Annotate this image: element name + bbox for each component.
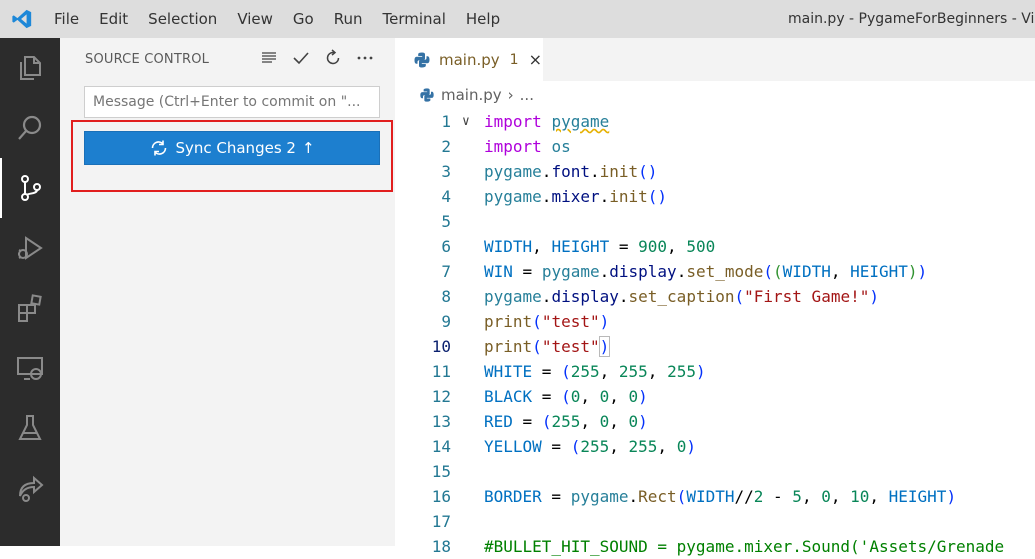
python-file-icon [414, 52, 430, 67]
menu-bar: File Edit Selection View Go Run Terminal… [44, 0, 510, 38]
menu-go[interactable]: Go [283, 0, 324, 38]
more-actions-icon[interactable] [355, 48, 375, 68]
sync-changes-button[interactable]: Sync Changes 2 ↑ [84, 131, 380, 165]
line-number: 10 [431, 337, 451, 356]
line-text: pygame.display.set_caption("First Game!"… [484, 287, 879, 306]
line-number: 8 [441, 287, 451, 306]
code-line: 6 WIDTH, HEIGHT = 900, 500 [395, 234, 1035, 259]
line-number: 15 [431, 462, 451, 481]
activity-bar [0, 38, 60, 546]
code-line-current: 10 print("test") [395, 334, 1035, 359]
tab-main-py[interactable]: main.py 1 × [395, 38, 543, 81]
search-icon[interactable] [0, 98, 60, 158]
python-file-icon [420, 88, 434, 102]
tab-label: main.py [439, 50, 500, 69]
breadcrumb: main.py › ... [419, 84, 534, 106]
code-line: 14 YELLOW = (255, 255, 0) [395, 434, 1035, 459]
line-text: import os [484, 137, 571, 156]
code-line: 3 pygame.font.init() [395, 159, 1035, 184]
line-number: 12 [431, 387, 451, 406]
line-number: 18 [431, 537, 451, 556]
line-number: 1 [441, 112, 451, 131]
line-text: pygame.font.init() [484, 162, 658, 181]
line-number: 14 [431, 437, 451, 456]
close-icon[interactable]: × [529, 50, 542, 69]
code-line: 5 [395, 209, 1035, 234]
line-text: print("test") [484, 312, 610, 331]
commit-message-input[interactable] [84, 86, 380, 118]
code-line: 2 import os [395, 134, 1035, 159]
line-number: 2 [441, 137, 451, 156]
menu-run[interactable]: Run [324, 0, 373, 38]
breadcrumb-separator: › [507, 86, 514, 104]
line-text: #BULLET_HIT_SOUND = pygame.mixer.Sound('… [484, 537, 1005, 556]
source-control-panel: SOURCE CONTROL Sync Changes 2 ↑ [60, 38, 395, 546]
menu-view[interactable]: View [227, 0, 283, 38]
line-number: 3 [441, 162, 451, 181]
line-text: YELLOW = (255, 255, 0) [484, 437, 696, 456]
menu-file[interactable]: File [44, 0, 89, 38]
line-number: 6 [441, 237, 451, 256]
source-control-icon[interactable] [0, 158, 60, 218]
fold-chevron-icon[interactable]: ∨ [462, 109, 470, 134]
code-line: 8 pygame.display.set_caption("First Game!… [395, 284, 1035, 309]
menu-selection[interactable]: Selection [138, 0, 227, 38]
refresh-icon[interactable] [323, 48, 343, 68]
run-debug-icon[interactable] [0, 218, 60, 278]
line-text: pygame.mixer.init() [484, 187, 668, 206]
line-number: 9 [441, 312, 451, 331]
line-number: 11 [431, 362, 451, 381]
line-text: BLACK = (0, 0, 0) [484, 387, 648, 406]
extensions-icon[interactable] [0, 278, 60, 338]
line-text: print("test") [484, 336, 611, 357]
panel-title: SOURCE CONTROL [85, 52, 210, 67]
code-line: 13 RED = (255, 0, 0) [395, 409, 1035, 434]
sync-button-label: Sync Changes 2 [175, 139, 296, 157]
breadcrumb-symbol[interactable]: ... [520, 86, 534, 104]
code-line: 12 BLACK = (0, 0, 0) [395, 384, 1035, 409]
line-text: WIDTH, HEIGHT = 900, 500 [484, 237, 716, 256]
line-number: 16 [431, 487, 451, 506]
line-number: 7 [441, 262, 451, 281]
line-number: 13 [431, 412, 451, 431]
code-line: 16 BORDER = pygame.Rect(WIDTH//2 - 5, 0, … [395, 484, 1035, 509]
line-text: BORDER = pygame.Rect(WIDTH//2 - 5, 0, 10… [484, 487, 957, 506]
menu-terminal[interactable]: Terminal [373, 0, 456, 38]
editor-area: main.py 1 × main.py › ... 1 ∨ import pygam… [395, 38, 1035, 556]
code-line: 7 WIN = pygame.display.set_mode((WIDTH, H… [395, 259, 1035, 284]
remote-explorer-icon[interactable] [0, 338, 60, 398]
commit-check-icon[interactable] [291, 48, 311, 68]
testing-icon[interactable] [0, 398, 60, 458]
code-line: 15 [395, 459, 1035, 484]
code-editor[interactable]: 1 ∨ import pygame 2 import os 3 pygame.font.… [395, 109, 1035, 559]
sync-icon [152, 140, 167, 156]
line-number: 17 [431, 512, 451, 531]
line-text: import pygame [484, 112, 610, 131]
live-share-icon[interactable] [0, 458, 60, 518]
menu-help[interactable]: Help [456, 0, 510, 38]
code-line: 17 [395, 509, 1035, 534]
code-line: 1 ∨ import pygame [395, 109, 1035, 134]
code-line: 11 WHITE = (255, 255, 255) [395, 359, 1035, 384]
menu-edit[interactable]: Edit [89, 0, 138, 38]
view-as-tree-icon[interactable] [259, 48, 279, 68]
vscode-logo-icon [0, 0, 44, 38]
line-text: WIN = pygame.display.set_mode((WIDTH, HE… [484, 262, 928, 281]
code-line: 4 pygame.mixer.init() [395, 184, 1035, 209]
window-title: main.py - PygameForBeginners - Visu [788, 11, 1035, 27]
line-text: RED = (255, 0, 0) [484, 412, 648, 431]
panel-actions [259, 48, 375, 68]
code-line: 9 print("test") [395, 309, 1035, 334]
breadcrumb-file[interactable]: main.py [441, 86, 502, 104]
problem-count-badge: 1 [509, 51, 519, 68]
explorer-icon[interactable] [0, 38, 60, 98]
code-line: 18 #BULLET_HIT_SOUND = pygame.mixer.Sound… [395, 534, 1035, 559]
tab-bar: main.py 1 × [395, 38, 1035, 81]
line-number: 5 [441, 212, 451, 231]
line-text: WHITE = (255, 255, 255) [484, 362, 706, 381]
line-number: 4 [441, 187, 451, 206]
title-bar: File Edit Selection View Go Run Terminal… [0, 0, 1035, 38]
arrow-up-icon: ↑ [301, 139, 315, 157]
